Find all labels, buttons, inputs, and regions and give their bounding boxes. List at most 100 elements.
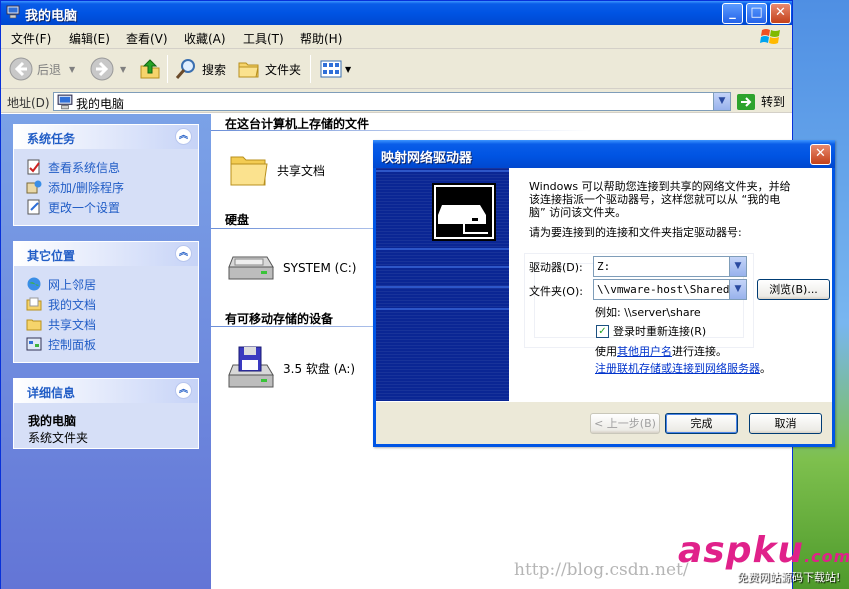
menu-file[interactable]: 文件(F) <box>11 30 51 47</box>
my-computer-icon <box>57 94 73 110</box>
system-tasks-header[interactable]: 系统任务 ︽ <box>14 125 198 149</box>
chevron-down-icon[interactable]: ▼ <box>729 280 746 299</box>
system-info-icon <box>27 159 40 175</box>
folder-path-input[interactable]: \\vmware-host\Shared F ▼ <box>593 279 747 300</box>
finish-button[interactable]: 完成 <box>665 413 738 434</box>
address-bar: 地址(D) 我的电脑 ▼ 转到 <box>1 89 792 113</box>
details-header[interactable]: 详细信息 ︽ <box>14 379 198 403</box>
place-my-documents[interactable]: 我的文档 <box>26 294 198 314</box>
use-other-suffix: 进行连接。 <box>672 345 727 358</box>
address-label: 地址(D) <box>7 96 50 110</box>
folder-icon <box>238 62 259 78</box>
back-dropdown-icon[interactable]: ▼ <box>69 65 75 74</box>
views-dropdown-icon[interactable]: ▼ <box>345 65 351 74</box>
dialog-titlebar[interactable]: 映射网络驱动器 ✕ <box>373 140 835 168</box>
shared-documents-item[interactable]: 共享文档 <box>229 151 325 189</box>
go-button[interactable]: 转到 <box>737 93 785 110</box>
dialog-intro-line1: Windows 可以帮助您连接到共享的网络文件夹，并给 <box>529 180 791 193</box>
aspku-logo: aspku.com <box>678 530 849 571</box>
back-button[interactable]: 后退 ▼ <box>9 57 75 81</box>
details-panel: 详细信息 ︽ 我的电脑 系统文件夹 <box>13 378 199 449</box>
other-username-link[interactable]: 其他用户名 <box>617 345 672 358</box>
menu-bar: 文件(F) 编辑(E) 查看(V) 收藏(A) 工具(T) 帮助(H) <box>1 25 792 49</box>
forward-arrow-icon <box>90 57 114 81</box>
change-setting-icon <box>27 199 40 215</box>
example-text: 例如: \\server\share <box>595 306 701 319</box>
group-removable: 有可移动存储的设备 <box>225 312 334 326</box>
task-change-setting[interactable]: 更改一个设置 <box>26 197 198 217</box>
folders-button[interactable]: 文件夹 <box>237 57 301 81</box>
up-folder-button[interactable] <box>138 57 162 81</box>
place-shared-documents[interactable]: 共享文档 <box>26 314 198 334</box>
menu-help[interactable]: 帮助(H) <box>300 30 342 47</box>
place-control-panel[interactable]: 控制面板 <box>26 334 198 354</box>
task-add-remove-programs[interactable]: 添加/删除程序 <box>26 177 198 197</box>
address-dropdown-icon[interactable]: ▼ <box>713 93 730 110</box>
cancel-button[interactable]: 取消 <box>749 413 822 434</box>
menu-tools[interactable]: 工具(T) <box>243 30 284 47</box>
system-drive-item[interactable]: SYSTEM (C:) <box>227 251 356 285</box>
details-description: 系统文件夹 <box>28 431 89 445</box>
control-panel-icon <box>26 337 42 351</box>
item-label: SYSTEM (C:) <box>283 261 357 275</box>
place-network[interactable]: 网上邻居 <box>26 274 198 294</box>
use-other-prefix: 使用 <box>595 345 617 358</box>
close-button[interactable]: ✕ <box>770 3 791 24</box>
dialog-close-button[interactable]: ✕ <box>810 144 831 165</box>
back-label: 后退 <box>37 62 62 77</box>
brand-subtitle: 免费网站源码下载站! <box>737 571 841 584</box>
forward-button[interactable]: ▼ <box>90 57 126 81</box>
system-tasks-panel: 系统任务 ︽ 查看系统信息 添加/删除程序 更改一个设置 <box>13 124 199 226</box>
dialog-title: 映射网络驱动器 <box>381 151 473 166</box>
menu-favorites[interactable]: 收藏(A) <box>184 30 226 47</box>
floppy-drive-item[interactable]: 3.5 软盘 (A:) <box>227 345 355 391</box>
drive-letter-value: Z: <box>597 260 611 273</box>
other-places-panel: 其它位置 ︽ 网上邻居 我的文档 共享文档 控制面板 <box>13 241 199 363</box>
search-button[interactable]: 搜索 <box>174 57 226 81</box>
menu-edit[interactable]: 编辑(E) <box>69 30 110 47</box>
address-input[interactable]: 我的电脑 ▼ <box>53 92 731 111</box>
views-button[interactable]: ▼ <box>319 57 351 81</box>
register-online-storage-link[interactable]: 注册联机存储或连接到网络服务器 <box>595 362 760 375</box>
window-titlebar[interactable]: 我的电脑 _ □ ✕ <box>1 1 792 25</box>
blog-watermark: http://blog.csdn.net/ <box>514 560 689 580</box>
forward-dropdown-icon[interactable]: ▼ <box>120 65 126 74</box>
place-label: 共享文档 <box>48 317 97 332</box>
menu-view[interactable]: 查看(V) <box>126 30 168 47</box>
drive-letter-select[interactable]: Z: ▼ <box>593 256 747 277</box>
details-title: 详细信息 <box>27 386 76 400</box>
reconnect-checkbox[interactable]: ✓ <box>596 325 609 338</box>
window-title: 我的电脑 <box>25 9 78 24</box>
back-arrow-icon <box>9 57 33 81</box>
use-other-user-line: 使用其他用户名进行连接。 <box>595 345 727 358</box>
search-label: 搜索 <box>202 62 227 77</box>
windows-logo-icon <box>760 29 780 44</box>
back-step-button[interactable]: < 上一步(B) <box>590 413 660 434</box>
collapse-chevron-icon[interactable]: ︽ <box>175 245 192 262</box>
item-label: 3.5 软盘 (A:) <box>283 361 356 376</box>
my-documents-icon <box>26 297 42 311</box>
dialog-intro-line2: 该连接指派一个驱动器号，这样您就可以从 “我的电 <box>529 193 781 206</box>
register-suffix: 。 <box>760 362 771 375</box>
drive-label: 驱动器(D): <box>529 261 583 274</box>
other-places-header[interactable]: 其它位置 ︽ <box>14 242 198 266</box>
go-label: 转到 <box>761 95 786 109</box>
place-label: 网上邻居 <box>48 277 97 292</box>
task-view-system-info[interactable]: 查看系统信息 <box>26 157 198 177</box>
maximize-button[interactable]: □ <box>746 3 767 24</box>
my-computer-icon <box>6 5 20 19</box>
place-label: 控制面板 <box>48 337 97 352</box>
collapse-chevron-icon[interactable]: ︽ <box>175 128 192 145</box>
browse-button[interactable]: 浏览(B)... <box>757 279 830 300</box>
search-icon <box>175 59 195 79</box>
group-hard-disks: 硬盘 <box>225 213 250 227</box>
toolbar: 后退 ▼ ▼ 搜索 文件夹 ▼ <box>1 49 792 89</box>
register-line: 注册联机存储或连接到网络服务器。 <box>595 362 771 375</box>
minimize-button[interactable]: _ <box>722 3 743 24</box>
collapse-chevron-icon[interactable]: ︽ <box>175 382 192 399</box>
floppy-drive-icon <box>228 346 274 388</box>
brand-main: aspku <box>678 530 805 571</box>
system-tasks-title: 系统任务 <box>27 132 76 146</box>
chevron-down-icon[interactable]: ▼ <box>729 257 746 276</box>
folder-path-value: \\vmware-host\Shared F <box>597 283 729 296</box>
